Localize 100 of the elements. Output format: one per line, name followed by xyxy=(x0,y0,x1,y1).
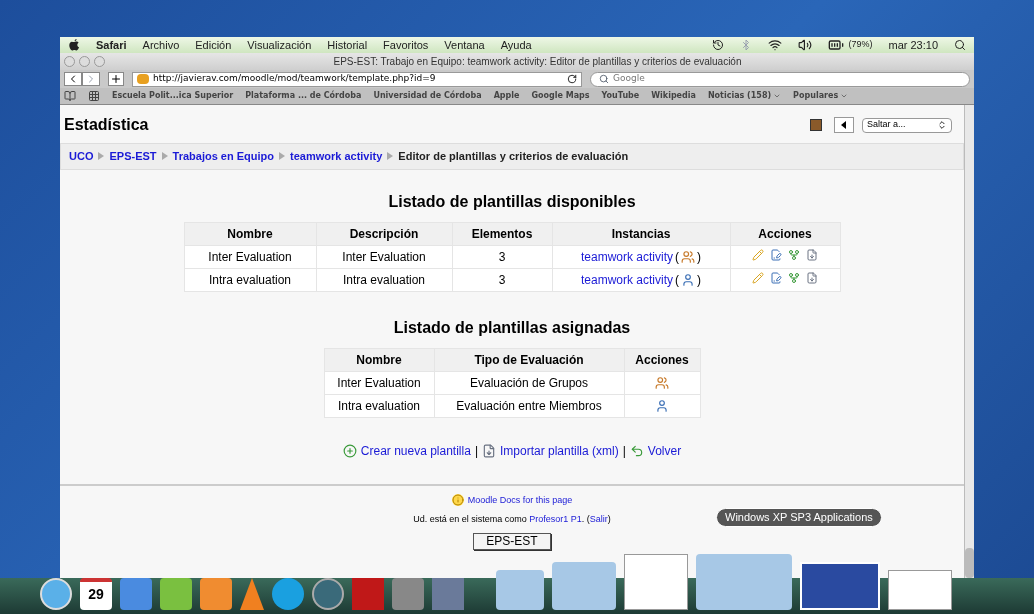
previous-button[interactable] xyxy=(834,117,854,133)
back-button[interactable] xyxy=(64,72,82,86)
column-header: Acciones xyxy=(730,222,840,245)
instance-link[interactable]: teamwork activity xyxy=(581,271,673,288)
bookmark-item[interactable]: Noticias (158) xyxy=(707,90,782,102)
time-machine-icon[interactable] xyxy=(712,39,725,51)
section-title: Listado de plantillas disponibles xyxy=(387,191,637,212)
window-title: EPS-EST: Trabajo en Equipo: teamwork activity: Editor de plantillas y criterios de evaluación xyxy=(332,55,743,69)
bookmarks-icon[interactable] xyxy=(64,90,76,102)
user-link[interactable]: Profesor1 P1 xyxy=(529,514,582,524)
bookmark-item[interactable]: Wikipedia xyxy=(651,90,696,102)
edit-page-icon[interactable] xyxy=(770,271,782,284)
apple-icon[interactable] xyxy=(68,38,80,52)
table-cell: 3 xyxy=(452,268,552,291)
breadcrumb-link[interactable]: UCO xyxy=(69,148,94,165)
edit-icon[interactable] xyxy=(752,248,764,261)
clock[interactable]: mar 23:10 xyxy=(888,36,938,54)
search-input[interactable]: Google xyxy=(613,72,961,86)
bookmark-item[interactable]: Google Maps xyxy=(531,90,590,102)
table-cell: 3 xyxy=(452,245,552,268)
jump-select[interactable]: Saltar a... xyxy=(862,117,952,133)
separator-icon xyxy=(97,152,106,161)
address-field[interactable]: http://javierav.com/moodle/mod/teamwork/template.php?id=9 xyxy=(132,71,582,87)
table-cell: Evaluación de Grupos xyxy=(434,371,624,394)
bracket-text: ) xyxy=(697,248,701,265)
window-preview[interactable] xyxy=(800,562,880,610)
column-header: Nombre xyxy=(184,222,316,245)
menu-item[interactable]: Safari xyxy=(96,36,127,54)
user-icon xyxy=(681,272,695,287)
wifi-icon[interactable] xyxy=(768,38,783,52)
menu-item[interactable]: Edición xyxy=(195,36,232,54)
window-control[interactable] xyxy=(64,56,75,67)
bookmark-item[interactable]: Populares xyxy=(793,90,849,102)
triangle-left-icon xyxy=(840,121,848,129)
add-bookmark-button[interactable] xyxy=(108,72,124,86)
menu-item[interactable]: Historial xyxy=(327,36,368,54)
bookmark-item[interactable]: Universidad de Córdoba xyxy=(373,90,482,102)
separator-text: | xyxy=(622,442,626,460)
docked-block-icon[interactable] xyxy=(810,119,822,131)
instance-link[interactable]: teamwork activity xyxy=(581,248,673,265)
bookmark-item[interactable]: Plataforma ... de Córdoba xyxy=(245,90,362,102)
forward-button[interactable] xyxy=(82,72,100,86)
window-control[interactable] xyxy=(94,56,105,67)
bracket-text: ( xyxy=(675,271,679,288)
breadcrumb-link[interactable]: EPS-EST xyxy=(109,148,157,165)
export-icon[interactable] xyxy=(806,271,818,284)
volume-icon[interactable] xyxy=(798,38,813,52)
menu-item[interactable]: Archivo xyxy=(142,36,180,54)
action-link[interactable]: Importar plantilla (xml) xyxy=(500,441,619,460)
top-sites-icon[interactable] xyxy=(88,90,100,102)
bookmark-item[interactable]: Escuela Polit...ica Superior xyxy=(112,90,234,102)
course-button[interactable]: EPS-EST xyxy=(473,532,551,550)
login-info: Ud. está en el sistema como Profesor1 P1. (Salir) xyxy=(413,513,611,526)
separator-text: | xyxy=(474,442,478,460)
action-link[interactable]: Volver xyxy=(647,441,682,460)
file-icon xyxy=(482,443,496,458)
column-header: Acciones xyxy=(624,348,700,371)
menu-item[interactable]: Ventana xyxy=(444,36,485,54)
reload-icon[interactable] xyxy=(567,74,577,84)
action-link[interactable]: Crear nueva plantilla xyxy=(360,441,471,460)
dock-tooltip: Windows XP SP3 Applications xyxy=(716,508,882,527)
search-icon xyxy=(599,74,609,84)
section-title: Listado de plantillas asignadas xyxy=(392,317,632,338)
export-icon[interactable] xyxy=(806,248,818,261)
info-icon xyxy=(451,494,464,507)
document-icon[interactable] xyxy=(888,570,952,610)
menu-item[interactable]: Ayuda xyxy=(500,36,532,54)
scrollbar[interactable] xyxy=(964,105,974,578)
breadcrumb-link[interactable]: teamwork activity xyxy=(290,148,383,165)
battery-percentage: (79%) xyxy=(848,38,873,52)
edit-page-icon[interactable] xyxy=(770,248,782,261)
back-arrow-icon xyxy=(629,443,644,458)
document-icon[interactable] xyxy=(624,554,688,610)
column-header: Elementos xyxy=(452,222,552,245)
table-cell: Inter Evaluation xyxy=(324,371,434,394)
table-cell: Evaluación entre Miembros xyxy=(434,394,624,417)
table-cell: Intra evaluation xyxy=(324,394,434,417)
breadcrumb-link[interactable]: Trabajos en Equipo xyxy=(172,148,274,165)
window-control[interactable] xyxy=(79,56,90,67)
site-icon xyxy=(137,74,149,84)
edit-icon[interactable] xyxy=(752,271,764,284)
bookmark-item[interactable]: YouTube xyxy=(601,90,640,102)
table-cell: Intra evaluation xyxy=(316,268,452,291)
calendar-icon[interactable]: 29 xyxy=(80,578,112,610)
menu-item[interactable]: Visualización xyxy=(247,36,312,54)
battery-icon[interactable] xyxy=(828,37,845,53)
fork-icon[interactable] xyxy=(788,248,800,261)
table-cell: Inter Evaluation xyxy=(184,245,316,268)
table-cell: Inter Evaluation xyxy=(316,245,452,268)
app-icon[interactable] xyxy=(272,578,304,610)
search-field[interactable]: Google xyxy=(590,71,970,87)
fork-icon[interactable] xyxy=(788,271,800,284)
page-heading: Estadística xyxy=(64,115,150,135)
search-icon[interactable] xyxy=(954,39,966,51)
caret-icon xyxy=(840,92,849,100)
users-icon xyxy=(655,376,669,391)
docs-link[interactable]: Moodle Docs for this page xyxy=(467,493,573,507)
column-header: Descripción xyxy=(316,222,452,245)
bookmark-item[interactable]: Apple xyxy=(493,90,520,102)
menu-item[interactable]: Favoritos xyxy=(383,36,429,54)
